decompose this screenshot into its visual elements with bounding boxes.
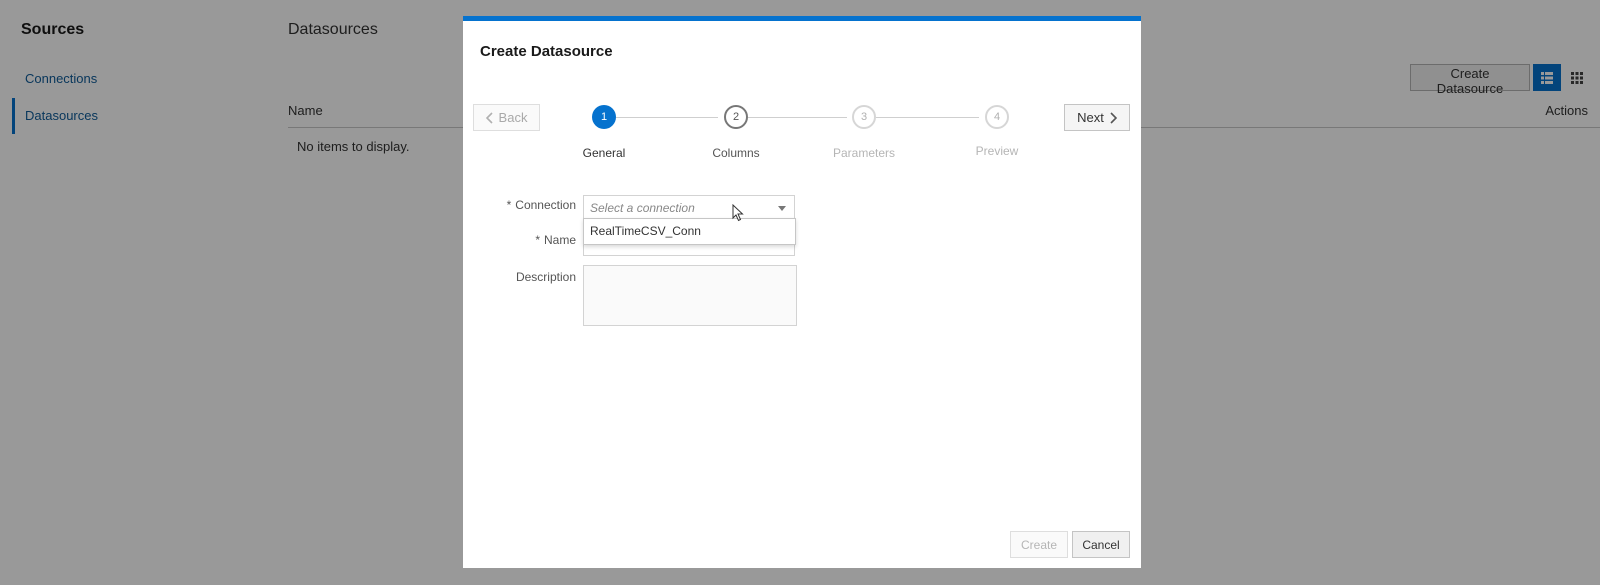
- step-3-indicator: 3: [852, 105, 876, 129]
- create-datasource-dialog: Create Datasource Back 1 2 3 4 General C…: [463, 16, 1141, 568]
- name-label-text: Name: [543, 233, 576, 247]
- step-1-indicator[interactable]: 1: [592, 105, 616, 129]
- dialog-title: Create Datasource: [480, 43, 613, 60]
- description-label: Description: [515, 270, 576, 284]
- chevron-right-icon: [1110, 111, 1117, 124]
- dropdown-arrow-icon: [778, 206, 786, 211]
- back-button[interactable]: Back: [473, 104, 540, 131]
- step-4-indicator: 4: [985, 105, 1009, 129]
- step-connector: [748, 117, 847, 118]
- cancel-button[interactable]: Cancel: [1072, 531, 1130, 558]
- step-3-label: Parameters: [832, 146, 896, 160]
- chevron-left-icon: [485, 111, 493, 124]
- step-1-label: General: [582, 146, 626, 160]
- connection-option[interactable]: RealTimeCSV_Conn: [584, 219, 795, 244]
- name-label: * Name: [476, 233, 576, 247]
- step-2-indicator[interactable]: 2: [724, 105, 748, 129]
- next-button-label: Next: [1077, 110, 1104, 125]
- description-textarea[interactable]: [583, 265, 797, 326]
- step-2-label: Columns: [712, 146, 760, 160]
- connection-label: * Connection: [476, 198, 576, 212]
- connection-dropdown-list: RealTimeCSV_Conn: [583, 218, 796, 245]
- step-connector: [616, 117, 718, 118]
- required-marker: *: [535, 233, 540, 247]
- connection-label-text: Connection: [515, 198, 576, 212]
- required-marker: *: [506, 198, 512, 212]
- back-button-label: Back: [498, 110, 528, 125]
- next-button[interactable]: Next: [1064, 104, 1130, 131]
- step-4-label: Preview: [975, 144, 1019, 158]
- step-connector: [876, 117, 979, 118]
- create-button[interactable]: Create: [1010, 531, 1068, 558]
- connection-select-placeholder: Select a connection: [590, 201, 695, 215]
- mouse-cursor-icon: [732, 204, 744, 222]
